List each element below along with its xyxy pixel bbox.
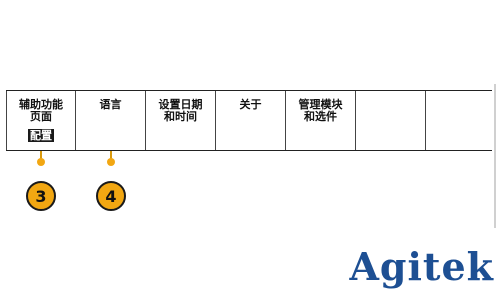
menu-item-label: 和选件: [304, 110, 337, 123]
utility-menu-bar: 辅助功能 页面 配置 语言 设置日期 和时间 关于 管理模块 和选件: [6, 90, 496, 151]
callout-dot: [107, 158, 115, 166]
menu-item-label: 关于: [239, 98, 262, 111]
menu-item-manage-modules[interactable]: 管理模块 和选件: [286, 91, 356, 150]
menu-item-current-value: 配置: [28, 129, 54, 142]
menu-item-language[interactable]: 语言: [76, 91, 146, 150]
callout-badge-4: 4: [96, 181, 126, 211]
menu-item-label: 语言: [99, 98, 122, 111]
menu-item-assist-page[interactable]: 辅助功能 页面 配置: [6, 91, 76, 150]
menu-item-empty-1[interactable]: [356, 91, 426, 150]
callout-badge-3: 3: [26, 181, 56, 211]
menu-item-label: 和时间: [164, 110, 197, 123]
menu-item-empty-2[interactable]: [426, 91, 496, 150]
menu-item-set-date-time[interactable]: 设置日期 和时间: [146, 91, 216, 150]
divider: [494, 84, 496, 228]
brand-logo: Agitek: [349, 244, 494, 289]
menu-item-about[interactable]: 关于: [216, 91, 286, 150]
callout-dot: [37, 158, 45, 166]
menu-item-label: 页面: [30, 110, 52, 123]
